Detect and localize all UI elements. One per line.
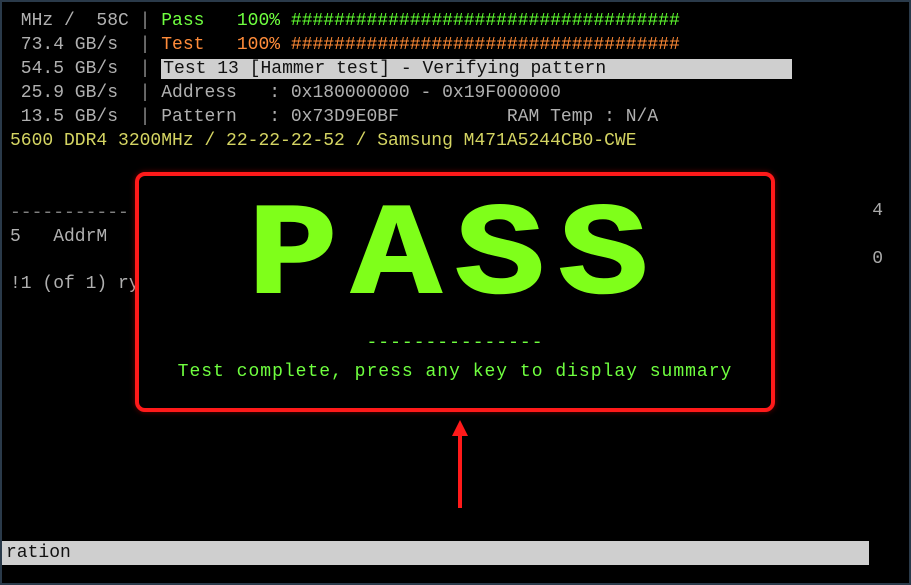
line-address: 25.9 GB/s | Address : 0x180000000 - 0x19… — [10, 82, 909, 106]
footer-bar: ration — [2, 541, 869, 565]
current-test: Test 13 [Hammer test] - Verifying patter… — [161, 59, 792, 79]
right-num-1: 4 — [872, 200, 883, 223]
line-pass: MHz / 58C | Pass 100% ##################… — [10, 10, 909, 34]
pass-message: Test complete, press any key to display … — [139, 361, 771, 384]
ram-info: 5600 DDR4 3200MHz / 22-22-22-52 / Samsun… — [10, 130, 909, 154]
pass-label: Pass — [161, 11, 204, 31]
test-label: Test — [161, 35, 204, 55]
right-num-2: 0 — [872, 248, 883, 271]
line-testname: 54.5 GB/s | Test 13 [Hammer test] - Veri… — [10, 58, 909, 82]
test-bar: #################################### — [291, 35, 680, 55]
pass-title: PASS — [92, 194, 819, 324]
line-pattern: 13.5 GB/s | Pattern : 0x73D9E0BF RAM Tem… — [10, 106, 909, 130]
annotation-arrow-icon — [450, 420, 470, 500]
pass-bar: #################################### — [291, 11, 680, 31]
pass-dialog[interactable]: PASS --------------- Test complete, pres… — [135, 172, 775, 412]
pass-separator: --------------- — [139, 332, 771, 355]
line-test: 73.4 GB/s | Test 100% ##################… — [10, 34, 909, 58]
